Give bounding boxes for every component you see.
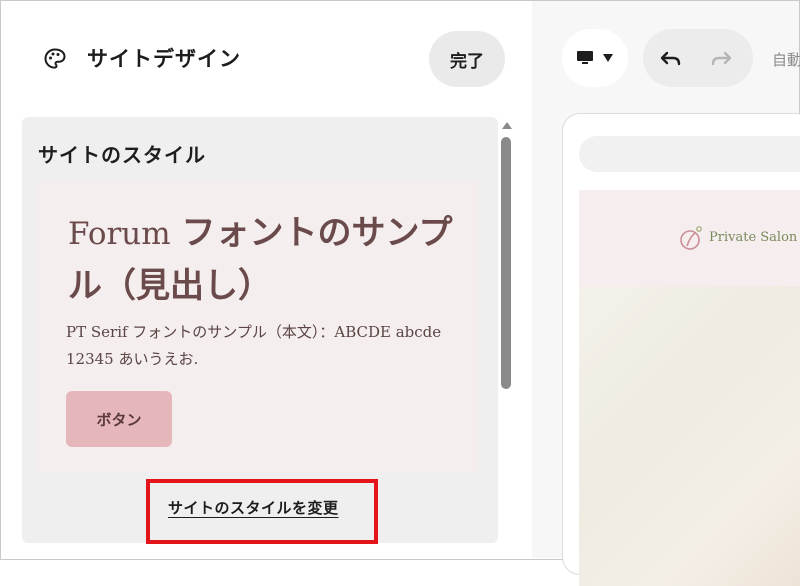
logo-icon bbox=[680, 226, 702, 250]
sample-button: ボタン bbox=[66, 391, 172, 447]
mobile-preview-frame: Private Salon bbox=[562, 113, 800, 586]
preview-panel: 自動 Private Salon bbox=[532, 1, 800, 586]
undo-icon[interactable] bbox=[659, 47, 683, 69]
site-style-title: サイトのスタイル bbox=[38, 143, 206, 167]
hero-image bbox=[579, 286, 800, 586]
heading-sample: Forum フォントのサンプル（見出し） bbox=[68, 207, 468, 312]
highlight-box bbox=[146, 479, 378, 544]
page-title: サイトデザイン bbox=[87, 47, 241, 71]
site-design-panel: サイトデザイン 完了 サイトのスタイル Forum フォントのサンプル（見出し）… bbox=[1, 1, 531, 559]
device-selector-button[interactable] bbox=[562, 29, 628, 87]
autosave-status: 自動 bbox=[772, 51, 800, 69]
style-preview: Forum フォントのサンプル（見出し） PT Serif フォントのサンプル（… bbox=[38, 181, 478, 473]
monitor-icon bbox=[577, 51, 593, 64]
panel-header: サイトデザイン 完了 bbox=[1, 1, 531, 111]
site-header: Private Salon bbox=[579, 190, 800, 286]
redo-icon[interactable] bbox=[709, 47, 733, 69]
preview-url-bar bbox=[579, 136, 800, 172]
palette-icon bbox=[44, 48, 66, 69]
body-text-sample: PT Serif フォントのサンプル（本文）：ABCDE abcde 12345… bbox=[66, 323, 442, 368]
scrollbar-thumb[interactable] bbox=[501, 137, 511, 389]
scroll-up-arrow-icon[interactable] bbox=[502, 122, 512, 129]
chevron-down-icon bbox=[603, 54, 613, 62]
site-name: Private Salon bbox=[709, 230, 798, 245]
heading-font-name: Forum bbox=[68, 216, 171, 252]
done-button[interactable]: 完了 bbox=[429, 31, 505, 87]
history-controls bbox=[643, 29, 753, 87]
